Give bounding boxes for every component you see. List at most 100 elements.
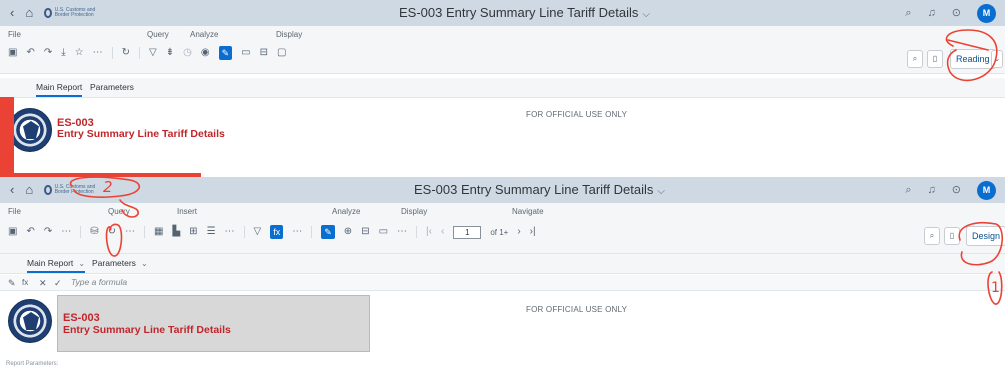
- back-icon[interactable]: ‹: [10, 182, 14, 198]
- cancel-icon[interactable]: ✕: [39, 276, 47, 290]
- group-label-insert: Insert: [177, 207, 198, 216]
- insert-cell-icon[interactable]: ⊞: [189, 225, 197, 239]
- reading-mode-button[interactable]: Reading: [950, 49, 996, 69]
- tab-main-report-label: Main Report: [27, 258, 74, 268]
- dhs-seal-image: [8, 108, 52, 152]
- cbp-logo-text: U.S. Customs and Border Protection: [54, 7, 96, 18]
- page-view-button[interactable]: ▯: [927, 50, 943, 68]
- official-use-label: FOR OFFICIAL USE ONLY: [526, 110, 628, 119]
- more-icon[interactable]: ⋯: [225, 225, 235, 239]
- report-heading: Entry Summary Line Tariff Details: [57, 128, 225, 140]
- prev-page-icon[interactable]: ‹: [441, 225, 444, 239]
- formula-input[interactable]: Type a formula: [71, 277, 127, 287]
- search-icon[interactable]: ⌕: [905, 5, 911, 21]
- view-toggle-button[interactable]: ⌕: [924, 227, 940, 245]
- refresh-icon[interactable]: ↻: [122, 46, 130, 60]
- cbp-logo[interactable]: U.S. Customs and Border Protection: [44, 184, 102, 196]
- page-number-input[interactable]: 1: [453, 225, 482, 239]
- cbp-logo-text: U.S. Customs and Border Protection: [54, 184, 96, 195]
- history-icon[interactable]: ◷: [183, 46, 192, 60]
- insert-chart-icon[interactable]: ▙: [172, 225, 180, 239]
- bell-icon[interactable]: ♫: [928, 5, 936, 21]
- markup-number-one: 1: [991, 280, 1000, 296]
- mode-dropdown-icon[interactable]: ⌄: [991, 50, 1003, 68]
- group-label-display: Display: [276, 30, 303, 39]
- section-icon[interactable]: ⊟: [260, 46, 268, 60]
- view-toggle-button[interactable]: ⌕: [907, 50, 923, 68]
- tab-main-report[interactable]: Main Report: [36, 82, 83, 97]
- group-label-analyze: Analyze: [190, 30, 219, 39]
- page-view-button[interactable]: ▯: [944, 227, 960, 245]
- avatar[interactable]: M: [977, 3, 996, 23]
- sort-icon[interactable]: ⇟: [166, 46, 174, 60]
- cbp-logo[interactable]: U.S. Customs and Border Protection: [44, 7, 102, 19]
- more-icon[interactable]: ⋯: [93, 46, 103, 60]
- home-icon[interactable]: ⌂: [25, 5, 33, 21]
- undo-icon[interactable]: ↶: [26, 225, 34, 239]
- redo-icon[interactable]: ↷: [44, 225, 52, 239]
- more-icon[interactable]: ⋯: [397, 225, 407, 239]
- shellbar-top: ‹ ⌂ U.S. Customs and Border Protection E…: [0, 0, 1005, 26]
- last-page-icon[interactable]: ›|: [530, 225, 536, 239]
- download-icon[interactable]: ⤓: [61, 46, 65, 60]
- group-label-file: File: [8, 207, 21, 216]
- more-icon[interactable]: ⋯: [292, 225, 302, 239]
- help-icon[interactable]: ⊙: [952, 5, 961, 21]
- star-icon[interactable]: ☆: [75, 46, 84, 60]
- cbp-logo-mark: [44, 185, 52, 195]
- filter-icon[interactable]: ▽: [149, 46, 157, 60]
- more-icon[interactable]: ⋯: [125, 225, 135, 239]
- group-label-analyze: Analyze: [332, 207, 361, 216]
- page-icon[interactable]: ▭: [379, 225, 388, 239]
- report-title-menu[interactable]: ES-003 Entry Summary Line Tariff Details…: [399, 0, 650, 26]
- page-icon[interactable]: ▭: [241, 46, 250, 60]
- group-label-query: Query: [147, 30, 169, 39]
- report-title: ES-003 Entry Summary Line Tariff Details: [414, 182, 654, 197]
- dhs-seal-image: [8, 299, 52, 343]
- confirm-icon[interactable]: ✓: [54, 276, 62, 290]
- toolbar-top: File Query Analyze Display ▣ ↶ ↷ ⤓ ☆ ⋯ ↻…: [0, 26, 1005, 74]
- toolbar-bottom: File Query Insert Analyze Display Naviga…: [0, 203, 1005, 254]
- refresh-icon[interactable]: ↻: [108, 225, 116, 239]
- zoom-icon[interactable]: ⊕: [344, 225, 352, 239]
- tab-main-report[interactable]: Main Report ⌄: [27, 258, 86, 273]
- home-icon[interactable]: ⌂: [25, 182, 33, 198]
- pin-icon[interactable]: ✎: [218, 46, 233, 60]
- markup-bar: [0, 97, 14, 177]
- bell-icon[interactable]: ♫: [928, 182, 936, 198]
- undo-icon[interactable]: ↶: [26, 46, 34, 60]
- avatar[interactable]: M: [977, 180, 996, 200]
- list-icon[interactable]: ☰: [207, 225, 216, 239]
- group-label-display: Display: [401, 207, 428, 216]
- data-source-icon[interactable]: ⛁: [90, 225, 98, 239]
- edit-icon[interactable]: ✎: [8, 276, 16, 290]
- first-page-icon[interactable]: |‹: [426, 225, 432, 239]
- redo-icon[interactable]: ↷: [44, 46, 52, 60]
- report-title-menu[interactable]: ES-003 Entry Summary Line Tariff Details…: [414, 177, 665, 203]
- insert-table-icon[interactable]: ▦: [154, 225, 163, 239]
- back-icon[interactable]: ‹: [10, 5, 14, 21]
- group-label-query: Query: [108, 207, 130, 216]
- formula-bar: ✎ fx ✕ ✓ Type a formula: [0, 275, 1005, 291]
- markup-number-two: 2: [103, 178, 113, 196]
- fit-icon[interactable]: ▢: [277, 46, 286, 60]
- next-page-icon[interactable]: ›: [517, 225, 520, 239]
- tab-parameters[interactable]: Parameters ⌄: [92, 258, 148, 268]
- save-icon[interactable]: ▣: [8, 46, 17, 60]
- function-icon[interactable]: fx: [22, 276, 28, 290]
- toggle-icon[interactable]: ◉: [201, 46, 210, 60]
- save-icon[interactable]: ▣: [8, 225, 17, 239]
- group-label-navigate: Navigate: [512, 207, 544, 216]
- cbp-logo-mark: [44, 8, 52, 18]
- formula-icon[interactable]: fx: [270, 225, 284, 239]
- search-icon[interactable]: ⌕: [905, 182, 911, 198]
- chevron-down-icon: ⌵: [642, 9, 650, 20]
- pin-icon[interactable]: ✎: [321, 225, 335, 239]
- tab-parameters[interactable]: Parameters: [90, 82, 134, 92]
- chevron-down-icon: ⌵: [657, 186, 665, 197]
- help-icon[interactable]: ⊙: [952, 182, 961, 198]
- section-icon[interactable]: ⊟: [361, 225, 369, 239]
- more-icon[interactable]: ⋯: [61, 225, 71, 239]
- filter-icon[interactable]: ▽: [254, 225, 262, 239]
- design-mode-button[interactable]: Design: [966, 226, 1005, 246]
